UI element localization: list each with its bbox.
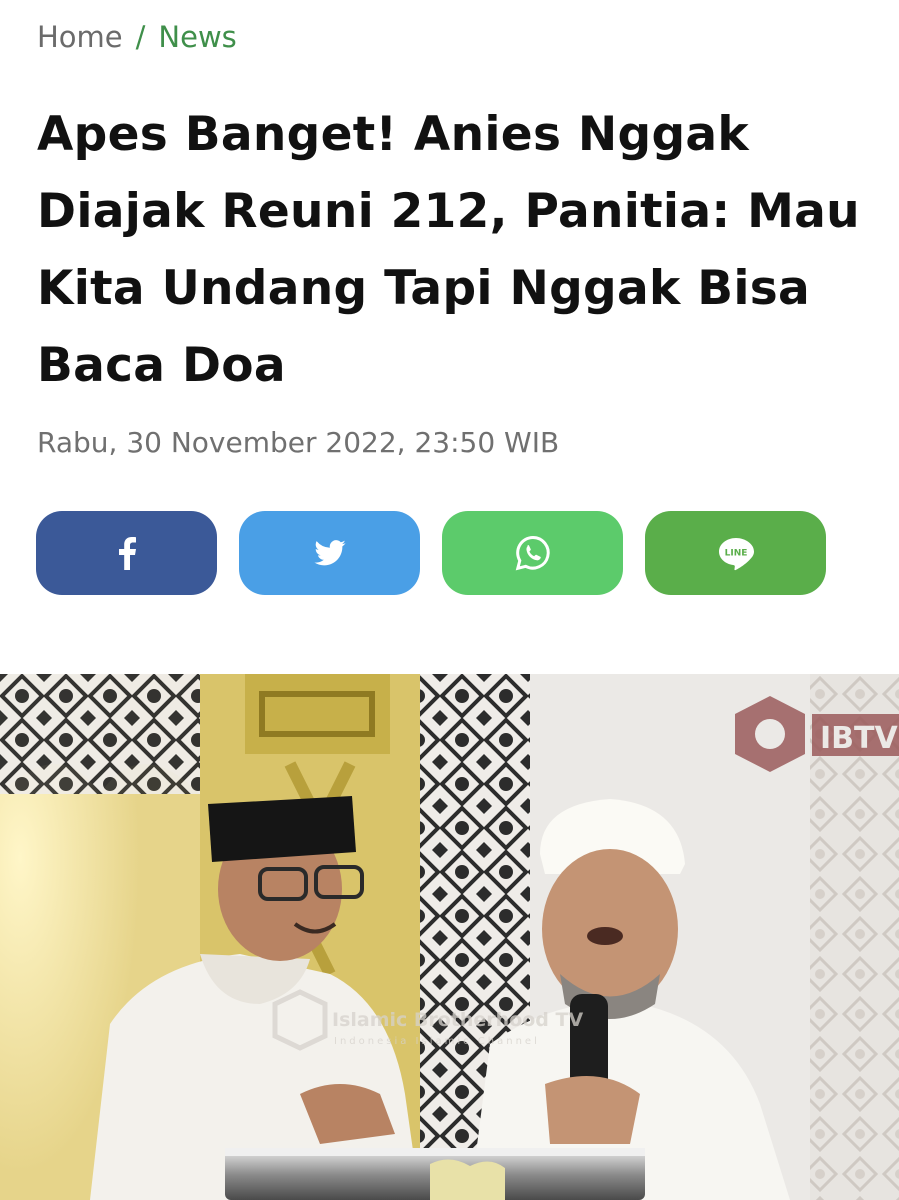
watermark-subtitle: Indonesia Islamic Channel [334,1036,540,1047]
article-title: Apes Banget! Anies Nggak Diajak Reuni 21… [37,107,860,393]
share-facebook-button[interactable] [36,511,217,595]
article-photo: IBTV Islamic Brotherhood TV Indonesia Is… [0,674,899,1200]
breadcrumb-home-link[interactable]: Home [37,18,123,56]
channel-logo-text: IBTV [820,721,898,756]
breadcrumb-news-link[interactable]: News [158,18,236,56]
breadcrumb: Home / News [37,18,237,56]
black-cap [208,796,356,862]
share-twitter-button[interactable] [239,511,420,595]
twitter-icon [313,540,346,566]
article-date: Rabu, 30 November 2022, 23:50 WIB [37,426,560,459]
breadcrumb-separator: / [135,20,146,54]
line-icon: LINE [717,535,755,571]
watermark-title: Islamic Brotherhood TV [332,1009,583,1031]
share-line-button[interactable]: LINE [645,511,826,595]
share-whatsapp-button[interactable] [442,511,623,595]
facebook-icon [117,536,137,570]
whatsapp-icon [514,534,552,572]
line-icon-label: LINE [724,549,747,559]
share-buttons: LINE [36,511,826,595]
